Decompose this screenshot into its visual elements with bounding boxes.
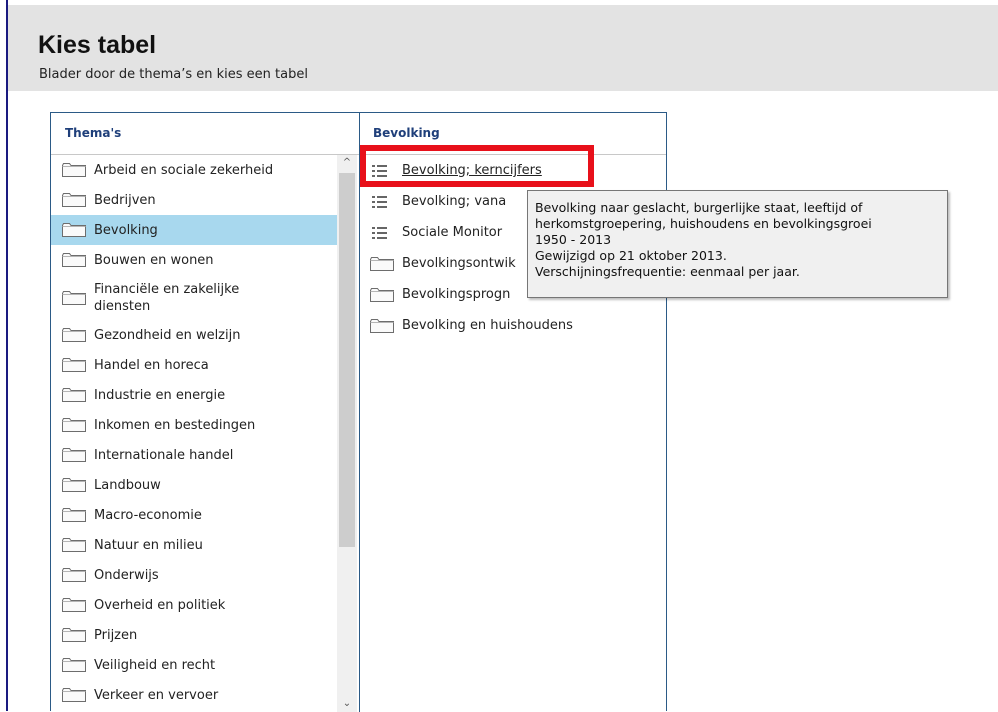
folder-icon — [62, 290, 86, 305]
table-label: Bevolkingsprogn — [402, 287, 511, 302]
folder-icon — [370, 287, 394, 302]
folder-icon — [62, 568, 86, 582]
theme-label: Industrie en energie — [94, 387, 226, 403]
tooltip-description-line: Bevolking naar geslacht, burgerlijke sta… — [535, 200, 863, 215]
theme-item[interactable]: Prijzen — [51, 620, 337, 650]
folder-icon — [62, 418, 86, 432]
theme-label: Macro-economie — [94, 507, 202, 523]
theme-label: Verkeer en vervoer — [94, 687, 219, 703]
table-label: Bevolkingsontwik — [402, 256, 516, 271]
theme-label: Gezondheid en welzijn — [94, 327, 241, 343]
folder-icon — [62, 688, 86, 702]
theme-label: Inkomen en bestedingen — [94, 417, 256, 433]
folder-icon — [370, 256, 394, 271]
theme-item[interactable]: Gezondheid en welzijn — [51, 320, 337, 350]
theme-label: Bedrijven — [94, 192, 156, 208]
scroll-up-arrow-icon[interactable]: ^ — [337, 155, 357, 171]
theme-item[interactable]: Inkomen en bestedingen — [51, 410, 337, 440]
folder-item[interactable]: Bevolking en huishoudens — [360, 310, 666, 341]
theme-label: Handel en horeca — [94, 357, 209, 373]
tooltip-description-line: herkomstgroepering, huishoudens en bevol… — [535, 216, 872, 231]
page-subtitle: Blader door de thema’s en kies een tabel — [39, 67, 308, 82]
theme-item[interactable]: Financiële en zakelijke diensten — [51, 275, 337, 320]
folder-icon — [62, 358, 86, 372]
theme-item[interactable]: Bevolking — [51, 215, 337, 245]
folder-icon — [62, 508, 86, 522]
theme-label: Veiligheid en recht — [94, 657, 216, 673]
theme-label: Arbeid en sociale zekerheid — [94, 162, 274, 178]
theme-label: Financiële en zakelijke diensten — [94, 281, 240, 314]
folder-icon — [62, 448, 86, 462]
theme-item[interactable]: Industrie en energie — [51, 380, 337, 410]
theme-item[interactable]: Overheid en politiek — [51, 590, 337, 620]
table-label: Sociale Monitor — [402, 225, 503, 240]
theme-item[interactable]: Internationale handel — [51, 440, 337, 470]
page-header: Kies tabel Blader door de thema’s en kie… — [8, 5, 998, 91]
tooltip-modified-date: Gewijzigd op 21 oktober 2013. — [535, 248, 727, 263]
folder-icon — [62, 658, 86, 672]
scrollbar-thumb[interactable] — [339, 173, 355, 547]
theme-label: Internationale handel — [94, 447, 234, 463]
folder-icon — [62, 328, 86, 342]
theme-item[interactable]: Veiligheid en recht — [51, 650, 337, 680]
theme-item[interactable]: Landbouw — [51, 470, 337, 500]
theme-item[interactable]: Handel en horeca — [51, 350, 337, 380]
folder-icon — [62, 163, 86, 177]
theme-item[interactable]: Bedrijven — [51, 185, 337, 215]
themes-scrollbar[interactable]: ^ ⌄ — [337, 155, 357, 712]
page-title: Kies tabel — [38, 31, 157, 59]
theme-item[interactable]: Macro-economie — [51, 500, 337, 530]
list-icon — [372, 226, 387, 240]
folder-icon — [62, 478, 86, 492]
table-tooltip: Bevolking naar geslacht, burgerlijke sta… — [527, 190, 948, 298]
themes-column-heading: Thema's — [51, 113, 359, 155]
theme-item[interactable]: Natuur en milieu — [51, 530, 337, 560]
folder-icon — [62, 223, 86, 237]
folder-icon — [62, 388, 86, 402]
theme-label: Onderwijs — [94, 567, 159, 583]
tooltip-period: 1950 - 2013 — [535, 232, 612, 247]
folder-icon — [62, 598, 86, 612]
theme-item[interactable]: Bouwen en wonen — [51, 245, 337, 275]
folder-icon — [62, 538, 86, 552]
folder-icon — [62, 193, 86, 207]
tooltip-frequency: Verschijningsfrequentie: eenmaal per jaa… — [535, 264, 800, 279]
highlight-box — [360, 145, 594, 187]
scroll-down-arrow-icon[interactable]: ⌄ — [337, 696, 357, 712]
theme-label: Natuur en milieu — [94, 537, 203, 553]
list-icon — [372, 195, 387, 209]
theme-item[interactable]: Onderwijs — [51, 560, 337, 590]
theme-item[interactable]: Verkeer en vervoer — [51, 680, 337, 710]
theme-item[interactable]: Arbeid en sociale zekerheid — [51, 155, 337, 185]
theme-label: Bouwen en wonen — [94, 252, 214, 268]
table-label: Bevolking en huishoudens — [402, 318, 573, 333]
folder-icon — [370, 318, 394, 333]
theme-label: Landbouw — [94, 477, 161, 493]
folder-icon — [62, 628, 86, 642]
folder-icon — [62, 253, 86, 267]
theme-label: Prijzen — [94, 627, 138, 643]
theme-label: Bevolking — [94, 222, 158, 238]
themes-list: Arbeid en sociale zekerheid Bedrijven Bevo… — [51, 155, 337, 710]
page-left-border — [6, 0, 8, 711]
table-label: Bevolking; vana — [402, 194, 507, 209]
theme-label: Overheid en politiek — [94, 597, 226, 613]
